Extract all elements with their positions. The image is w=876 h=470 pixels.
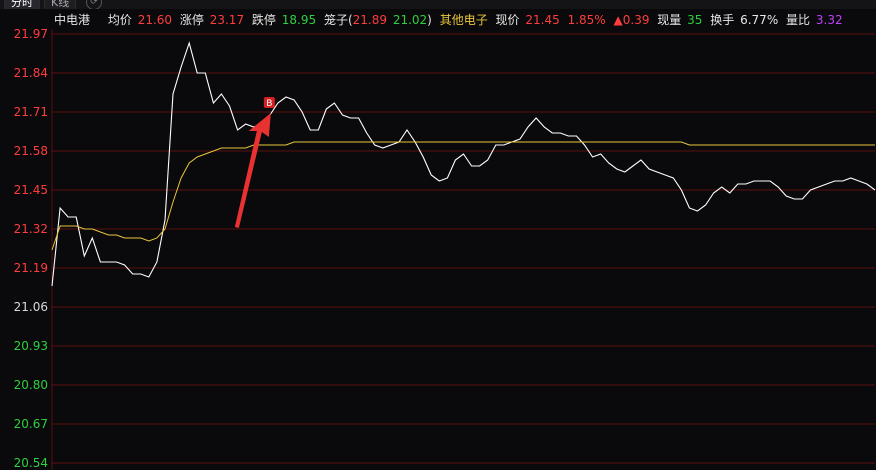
y-tick-label: 21.71: [14, 105, 48, 119]
y-tick-label: 21.58: [14, 144, 48, 158]
y-tick-label: 20.67: [14, 417, 48, 431]
price-line: [51, 41, 876, 287]
y-tick-label: 21.32: [14, 222, 48, 236]
y-tick-label: 21.84: [14, 66, 48, 80]
y-tick-label: 20.54: [14, 456, 48, 470]
intraday-chart[interactable]: 21.97 21.84 21.71 21.58 21.45 21.32 21.19 21.06…: [0, 0, 876, 470]
average-price-line: [51, 141, 875, 251]
y-tick-label: 21.06: [14, 300, 48, 314]
y-tick-label: 21.45: [14, 183, 48, 197]
y-tick-label: 21.97: [14, 27, 48, 41]
y-tick-label: 20.93: [14, 339, 48, 353]
y-tick-label: 21.19: [14, 261, 48, 275]
buy-marker-label: B: [266, 99, 272, 109]
annotation-arrow: [234, 113, 271, 228]
y-tick-label: 20.80: [14, 378, 48, 392]
